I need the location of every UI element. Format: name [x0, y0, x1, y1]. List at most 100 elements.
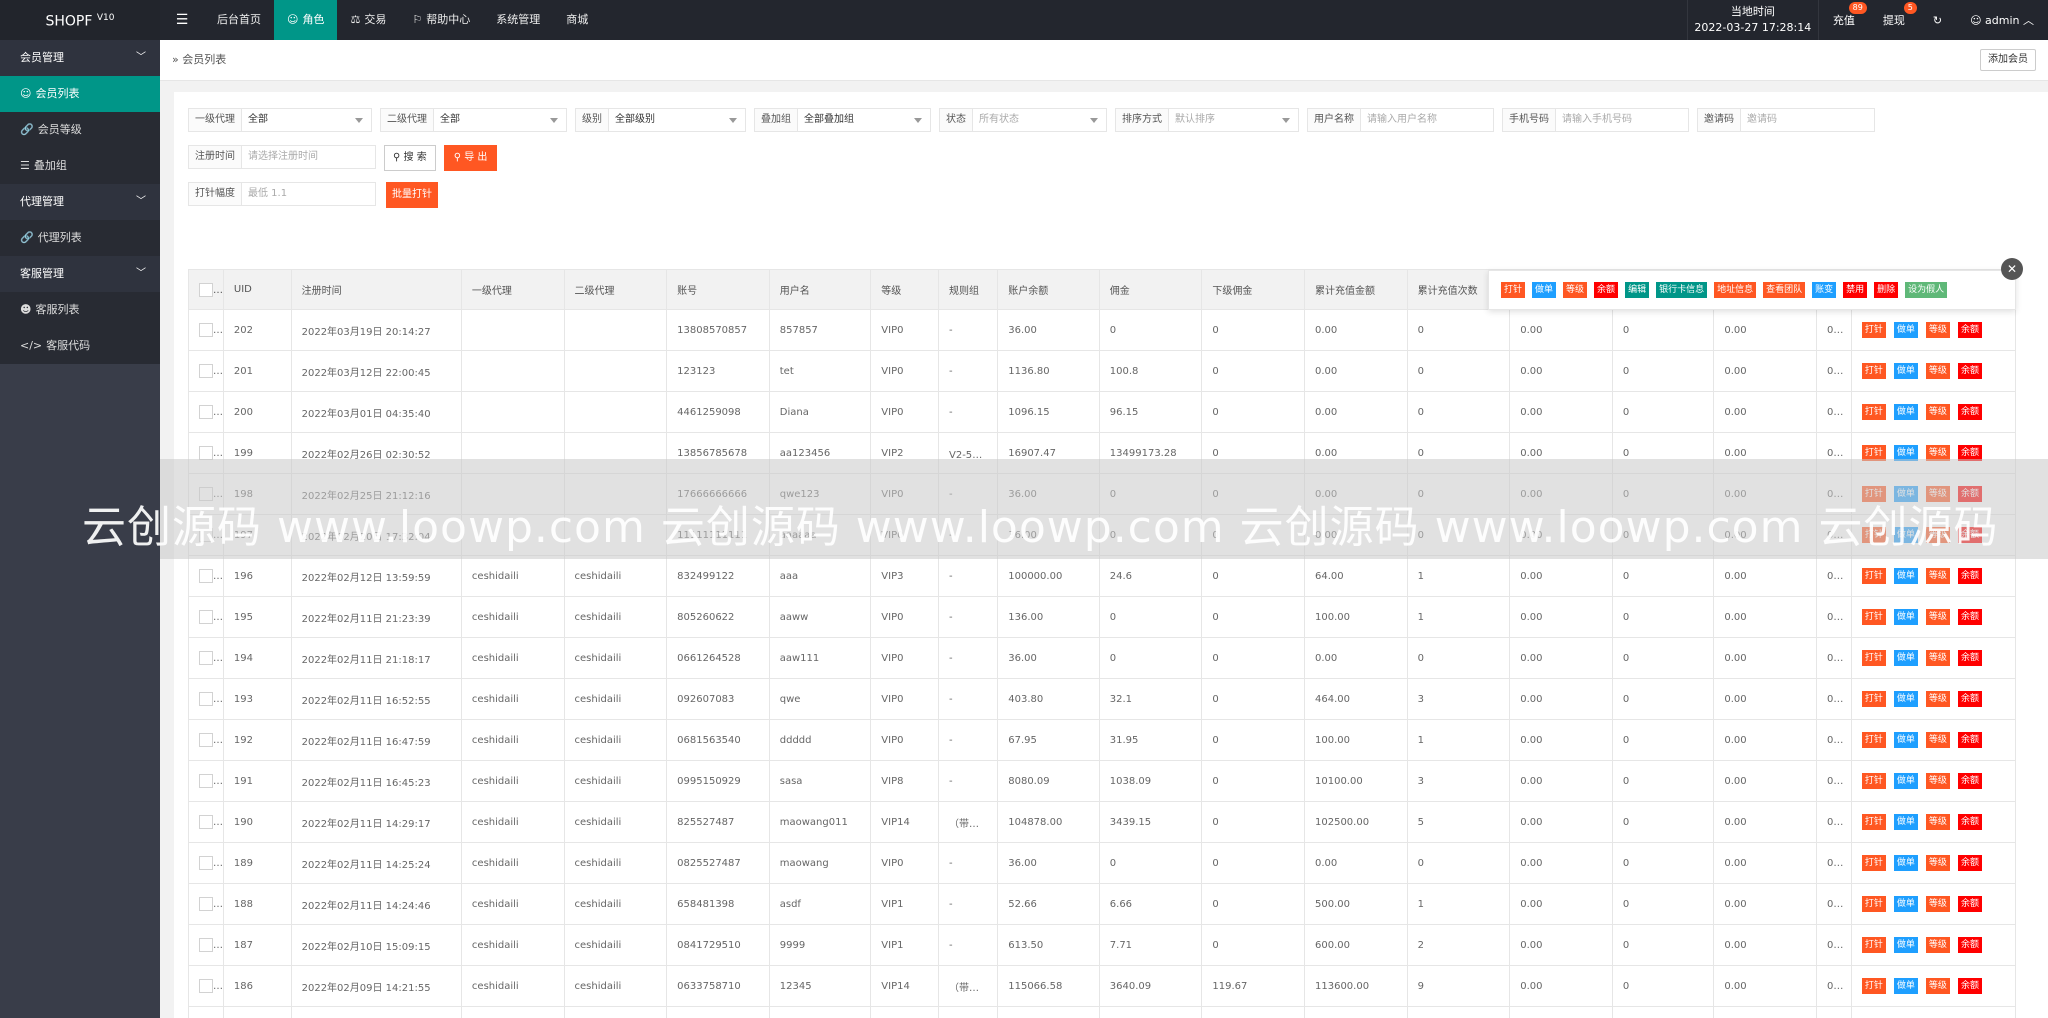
- batch-inject-button[interactable]: 批量打针: [386, 182, 438, 208]
- sort-select[interactable]: 排序方式 默认排序: [1115, 108, 1299, 132]
- row-action-button[interactable]: 等级: [1925, 445, 1950, 461]
- row-action-button[interactable]: 余额: [1957, 650, 1982, 666]
- row-action-button[interactable]: 做单: [1893, 445, 1918, 461]
- sidebar-group-agent[interactable]: 代理管理 ﹀: [0, 184, 160, 220]
- row-checkbox[interactable]: [199, 364, 213, 378]
- row-action-button[interactable]: 打针: [1861, 322, 1886, 338]
- row-action-button[interactable]: 余额: [1957, 732, 1982, 748]
- row-action-button[interactable]: 做单: [1893, 978, 1918, 994]
- row-checkbox[interactable]: [199, 651, 213, 665]
- table-row[interactable]: 187 2022年02月10日 15:09:15 ceshidaili ceshida…: [188, 924, 2016, 966]
- row-action-button[interactable]: 余额: [1957, 486, 1982, 502]
- row-action-button[interactable]: 等级: [1925, 650, 1950, 666]
- table-row[interactable]: 202 2022年03月19日 20:14:27 13808570857 857857…: [188, 309, 2016, 351]
- row-action-button[interactable]: 做单: [1893, 486, 1918, 502]
- row-checkbox[interactable]: [199, 569, 213, 583]
- row-action-button[interactable]: 做单: [1893, 896, 1918, 912]
- row-action-button[interactable]: 等级: [1925, 978, 1950, 994]
- table-row[interactable]: 1852022年02月09日 14:15:10ceshidailiceshida…: [188, 1006, 2016, 1018]
- popup-action-button[interactable]: 打针: [1501, 282, 1526, 298]
- row-action-button[interactable]: 余额: [1957, 814, 1982, 830]
- table-row[interactable]: 198 2022年02月25日 21:12:16 17666666666 qwe123…: [188, 473, 2016, 515]
- row-action-button[interactable]: 打针: [1861, 363, 1886, 379]
- table-row[interactable]: 193 2022年02月11日 16:52:55 ceshidaili ceshida…: [188, 678, 2016, 720]
- row-action-button[interactable]: 打针: [1861, 445, 1886, 461]
- row-action-button[interactable]: 等级: [1925, 404, 1950, 420]
- table-row[interactable]: 190 2022年02月11日 14:29:17 ceshidaili ceshida…: [188, 801, 2016, 843]
- nav-role[interactable]: ☺ 角色: [274, 0, 338, 40]
- select-all-checkbox[interactable]: [199, 282, 213, 297]
- sidebar-item-member-list[interactable]: ☺ 会员列表: [0, 76, 160, 112]
- row-action-button[interactable]: 做单: [1893, 650, 1918, 666]
- row-action-button[interactable]: 余额: [1957, 978, 1982, 994]
- level-select[interactable]: 级别 全部级别: [575, 108, 746, 132]
- table-row[interactable]: 196 2022年02月12日 13:59:59 ceshidaili ceshida…: [188, 555, 2016, 597]
- agent1-select[interactable]: 一级代理 全部: [188, 108, 372, 132]
- row-action-button[interactable]: 打针: [1861, 650, 1886, 666]
- phone-field[interactable]: 手机号码 请输入手机号码: [1502, 108, 1689, 132]
- popup-action-button[interactable]: 银行卡信息: [1656, 282, 1708, 298]
- recharge-link[interactable]: 充值 89: [1819, 0, 1869, 40]
- row-action-button[interactable]: 做单: [1893, 732, 1918, 748]
- row-action-button[interactable]: 打针: [1861, 773, 1886, 789]
- row-action-button[interactable]: 做单: [1893, 568, 1918, 584]
- row-checkbox[interactable]: [199, 487, 213, 501]
- nav-home[interactable]: 后台首页: [204, 0, 274, 40]
- row-action-button[interactable]: 等级: [1925, 896, 1950, 912]
- row-action-button[interactable]: 等级: [1925, 814, 1950, 830]
- table-row[interactable]: 197 2022年02月20日 17:32:04 11111111111 aaaaaa…: [188, 514, 2016, 556]
- row-action-button[interactable]: 做单: [1893, 322, 1918, 338]
- sidebar-item-stack-group[interactable]: ☰ 叠加组: [0, 148, 160, 184]
- popup-action-button[interactable]: 查看团队: [1763, 282, 1806, 298]
- row-checkbox[interactable]: [199, 774, 213, 788]
- row-checkbox[interactable]: [199, 323, 213, 337]
- row-action-button[interactable]: 余额: [1957, 445, 1982, 461]
- row-action-button[interactable]: 做单: [1893, 404, 1918, 420]
- sidebar-item-member-level[interactable]: 🔗 会员等级: [0, 112, 160, 148]
- row-action-button[interactable]: 打针: [1861, 568, 1886, 584]
- row-action-button[interactable]: 等级: [1925, 773, 1950, 789]
- invite-field[interactable]: 邀请码 邀请码: [1697, 108, 1875, 132]
- row-action-button[interactable]: 打针: [1861, 609, 1886, 625]
- popup-action-button[interactable]: 地址信息: [1714, 282, 1757, 298]
- row-action-button[interactable]: 打针: [1861, 527, 1886, 543]
- group-select[interactable]: 叠加组 全部叠加组: [754, 108, 931, 132]
- nav-system[interactable]: 系统管理: [483, 0, 553, 40]
- close-icon[interactable]: ✕: [2001, 258, 2023, 280]
- row-action-button[interactable]: 余额: [1957, 609, 1982, 625]
- row-action-button[interactable]: 余额: [1957, 527, 1982, 543]
- popup-action-button[interactable]: 等级: [1563, 282, 1588, 298]
- row-action-button[interactable]: 打针: [1861, 691, 1886, 707]
- row-action-button[interactable]: 打针: [1861, 732, 1886, 748]
- row-checkbox[interactable]: [199, 938, 213, 952]
- withdraw-link[interactable]: 提现 5: [1869, 0, 1919, 40]
- sidebar-item-service-list[interactable]: ☻ 客服列表: [0, 292, 160, 328]
- popup-action-button[interactable]: 余额: [1594, 282, 1619, 298]
- sidebar-group-service[interactable]: 客服管理 ﹀: [0, 256, 160, 292]
- nav-help[interactable]: ⚐ 帮助中心: [399, 0, 483, 40]
- row-action-button[interactable]: 等级: [1925, 855, 1950, 871]
- nav-mall[interactable]: 商城: [553, 0, 601, 40]
- row-action-button[interactable]: 打针: [1861, 937, 1886, 953]
- row-action-button[interactable]: 打针: [1861, 978, 1886, 994]
- row-action-button[interactable]: 做单: [1893, 814, 1918, 830]
- sidebar-item-agent-list[interactable]: 🔗 代理列表: [0, 220, 160, 256]
- nav-trade[interactable]: ⚖ 交易: [337, 0, 399, 40]
- popup-action-button[interactable]: 账变: [1812, 282, 1837, 298]
- row-action-button[interactable]: 打针: [1861, 896, 1886, 912]
- row-action-button[interactable]: 余额: [1957, 363, 1982, 379]
- table-row[interactable]: 200 2022年03月01日 04:35:40 4461259098 Diana VI…: [188, 391, 2016, 433]
- row-checkbox[interactable]: [199, 692, 213, 706]
- table-row[interactable]: 194 2022年02月11日 21:18:17 ceshidaili ceshida…: [188, 637, 2016, 679]
- table-row[interactable]: 199 2022年02月26日 02:30:52 13856785678 aa1234…: [188, 432, 2016, 474]
- popup-action-button[interactable]: 编辑: [1625, 282, 1650, 298]
- table-row[interactable]: 195 2022年02月11日 21:23:39 ceshidaili ceshida…: [188, 596, 2016, 638]
- table-row[interactable]: 201 2022年03月12日 22:00:45 123123 tet VIP0-113…: [188, 350, 2016, 392]
- row-action-button[interactable]: 余额: [1957, 855, 1982, 871]
- row-action-button[interactable]: 打针: [1861, 855, 1886, 871]
- row-action-button[interactable]: 做单: [1893, 363, 1918, 379]
- row-action-button[interactable]: 等级: [1925, 937, 1950, 953]
- popup-action-button[interactable]: 做单: [1532, 282, 1557, 298]
- row-action-button[interactable]: 余额: [1957, 322, 1982, 338]
- popup-action-button[interactable]: 删除: [1874, 282, 1899, 298]
